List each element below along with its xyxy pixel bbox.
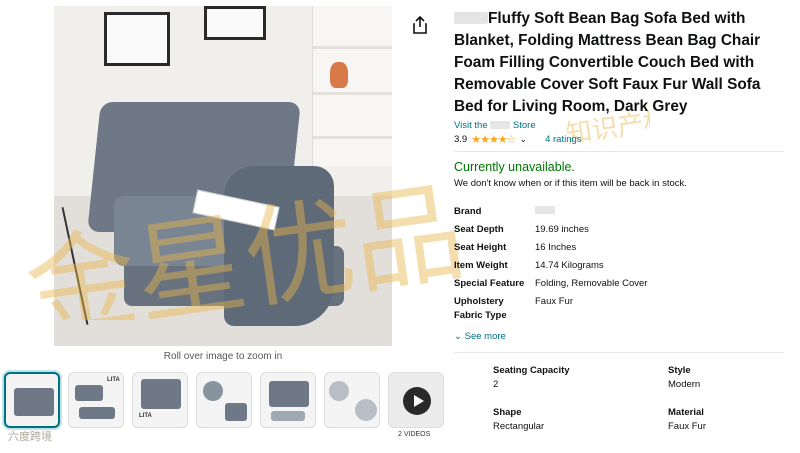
thumbnail-5[interactable]: [260, 372, 316, 428]
restock-note: We don't know when or if this item will …: [454, 178, 687, 189]
product-title: Fluffy Soft Bean Bag Sofa Bed with Blank…: [454, 10, 761, 115]
brand-redaction: [535, 206, 555, 214]
watermark-logo: 六度跨境: [8, 431, 52, 443]
brand-redaction: [454, 12, 488, 24]
wall-frame-left: [104, 12, 170, 66]
video-count-label: 2 VIDEOS: [398, 431, 431, 438]
see-more-link[interactable]: ⌄ See more: [454, 331, 506, 342]
product-info: Fluffy Soft Bean Bag Sofa Bed with Blank…: [454, 8, 786, 118]
detail-seating-capacity: Seating Capacity 2: [493, 365, 570, 390]
chevron-down-icon: ⌄: [454, 331, 462, 342]
main-product-image[interactable]: [54, 6, 392, 346]
image-shelf: [312, 6, 392, 166]
detail-shape: Shape Rectangular: [493, 407, 545, 432]
thumbnail-label: LITA: [107, 377, 120, 383]
rating-row: 3.9 ★★★★☆ ⌄ 4 ratings: [454, 133, 582, 146]
divider: [454, 352, 784, 353]
thumbnail-2[interactable]: LITA: [68, 372, 124, 428]
divider: [454, 151, 784, 152]
thumbnail-4[interactable]: [196, 372, 252, 428]
play-icon: [403, 387, 431, 415]
thumbnail-3[interactable]: LITA: [132, 372, 188, 428]
thumbnail-6[interactable]: [324, 372, 380, 428]
thumbnail-label: LITA: [139, 413, 152, 419]
store-link[interactable]: Visit the Store: [454, 120, 536, 131]
video-thumbnail[interactable]: [388, 372, 444, 428]
detail-material: Material Faux Fur: [668, 407, 707, 432]
wall-frame-right: [204, 6, 266, 40]
chevron-down-icon[interactable]: ⌄: [520, 134, 528, 145]
share-icon[interactable]: [412, 16, 428, 34]
thumbnail-1[interactable]: [4, 372, 60, 428]
vase: [330, 62, 348, 88]
zoom-hint: Roll over image to zoom in: [163, 351, 283, 362]
rating-value: 3.9: [454, 134, 468, 145]
availability-status: Currently unavailable.: [454, 160, 575, 174]
ratings-count-link[interactable]: 4 ratings: [545, 134, 581, 145]
detail-style: Style Modern: [668, 365, 701, 390]
star-rating-icon[interactable]: ★★★★☆: [471, 133, 516, 146]
blanket: [224, 166, 334, 326]
